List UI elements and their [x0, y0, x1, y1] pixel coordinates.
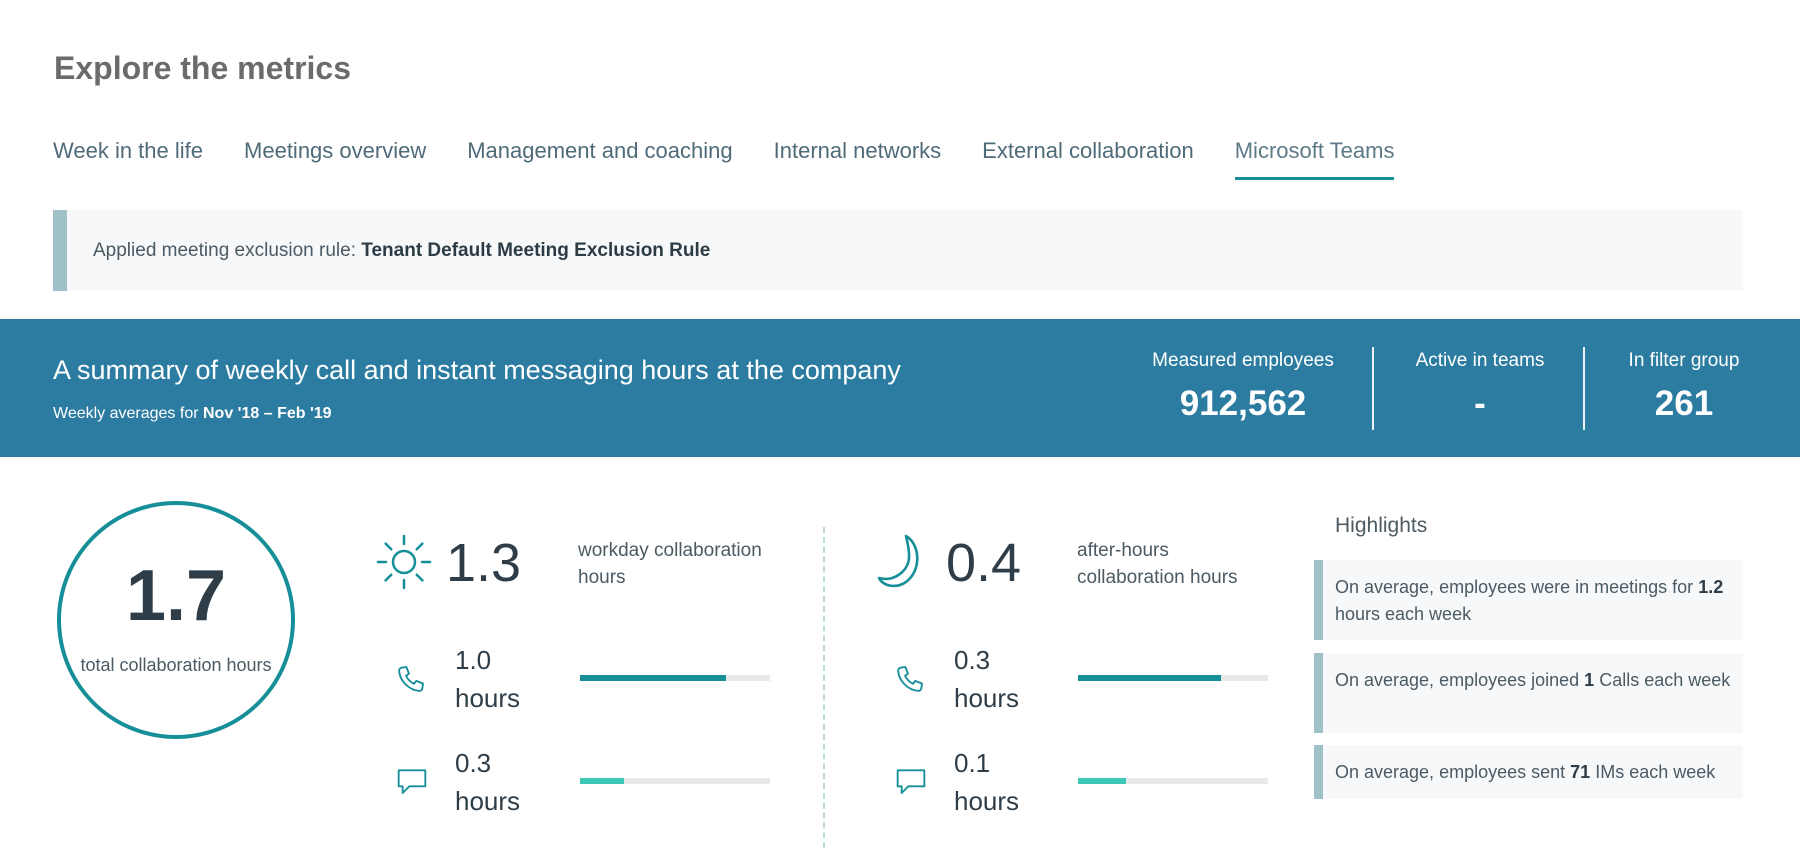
- total-collaboration-label: total collaboration hours: [80, 655, 272, 675]
- tab-microsoft-teams[interactable]: Microsoft Teams: [1234, 138, 1395, 180]
- workday-hours-value: 1.3: [446, 533, 522, 593]
- summary-subtitle-prefix: Weekly averages for: [53, 405, 199, 422]
- metrics-tabs: Week in the life Meetings overview Manag…: [53, 138, 1435, 180]
- stat-divider: [1583, 347, 1585, 430]
- workday-calls-bar: [580, 675, 770, 681]
- workday-ims: 0.3 hours: [455, 744, 520, 820]
- highlights-title: Highlights: [1335, 514, 1428, 537]
- workday-label-line2: hours: [578, 567, 626, 588]
- highlight-card: On average, employees joined 1 Calls eac…: [1314, 653, 1743, 733]
- section-divider: [823, 527, 825, 848]
- workday-hours-label: workday collaboration hours: [578, 537, 762, 591]
- after-hours-calls-unit: hours: [954, 683, 1020, 713]
- stat-value: -: [1474, 384, 1486, 423]
- stat-label: Measured employees: [1152, 350, 1334, 371]
- moon-icon: [877, 534, 919, 588]
- tab-internal-networks[interactable]: Internal networks: [774, 138, 942, 180]
- highlight-text: hours each week: [1335, 604, 1472, 624]
- after-hours-ims-bar: [1078, 778, 1268, 784]
- highlight-card: On average, employees sent 71 IMs each w…: [1314, 745, 1743, 799]
- highlight-value: 1: [1584, 670, 1595, 690]
- highlight-text: On average, employees were in meetings f…: [1335, 577, 1694, 597]
- tab-management-and-coaching[interactable]: Management and coaching: [467, 138, 732, 180]
- summary-title: A summary of weekly call and instant mes…: [53, 355, 901, 385]
- total-collaboration-value: 1.7: [125, 556, 227, 636]
- stat-active-in-teams: Active in teams -: [1380, 350, 1580, 424]
- tab-meetings-overview[interactable]: Meetings overview: [244, 138, 426, 180]
- stat-divider: [1372, 347, 1374, 430]
- phone-icon: [897, 666, 923, 692]
- summary-date-range: Nov '18 – Feb '19: [203, 405, 332, 422]
- highlight-value: 1.2: [1698, 577, 1724, 597]
- exclusion-rule-prefix: Applied meeting exclusion rule:: [93, 240, 356, 261]
- total-collaboration-circle: 1.7 total collaboration hours: [57, 501, 295, 739]
- after-hours-calls-value: 0.3: [954, 645, 991, 675]
- exclusion-rule-text: Applied meeting exclusion rule: Tenant D…: [93, 240, 710, 262]
- stat-value: 912,562: [1179, 384, 1307, 423]
- exclusion-rule-banner: Applied meeting exclusion rule: Tenant D…: [53, 210, 1743, 291]
- stat-label: Active in teams: [1415, 350, 1545, 371]
- after-hours-label-line2: collaboration hours: [1077, 567, 1238, 588]
- highlight-text: On average, employees joined: [1335, 670, 1580, 690]
- workday-calls: 1.0 hours: [455, 641, 520, 717]
- after-hours-ims-value: 0.1: [954, 748, 991, 778]
- exclusion-rule-name: Tenant Default Meeting Exclusion Rule: [361, 240, 711, 261]
- stat-value: 261: [1654, 384, 1714, 423]
- after-hours-value: 0.4: [946, 533, 1022, 593]
- after-hours-label-line1: after-hours: [1077, 540, 1169, 561]
- page-title: Explore the metrics: [54, 50, 351, 86]
- summary-subtitle: Weekly averages for Nov '18 – Feb '19: [53, 405, 332, 423]
- stat-label: In filter group: [1628, 350, 1740, 371]
- after-hours-label: after-hours collaboration hours: [1077, 537, 1238, 591]
- chat-icon: [397, 769, 427, 794]
- highlight-value: 71: [1570, 762, 1591, 782]
- highlight-text: IMs each week: [1595, 762, 1716, 782]
- after-hours-ims: 0.1 hours: [954, 744, 1019, 820]
- after-hours-ims-unit: hours: [954, 786, 1020, 816]
- workday-ims-unit: hours: [455, 786, 521, 816]
- after-hours-calls: 0.3 hours: [954, 641, 1019, 717]
- workday-calls-bar-fill: [580, 675, 727, 681]
- workday-ims-bar: [580, 778, 770, 784]
- workday-label-line1: workday collaboration: [578, 540, 762, 561]
- stat-measured-employees: Measured employees 912,562: [1143, 350, 1343, 424]
- tab-external-collaboration[interactable]: External collaboration: [982, 138, 1194, 180]
- chat-icon: [896, 769, 926, 794]
- after-hours-calls-bar: [1078, 675, 1268, 681]
- workday-ims-bar-fill: [580, 778, 624, 784]
- workday-ims-value: 0.3: [455, 748, 492, 778]
- highlight-text: Calls each week: [1599, 670, 1731, 690]
- stat-in-filter-group: In filter group 261: [1594, 350, 1774, 424]
- workday-calls-value: 1.0: [455, 645, 492, 675]
- tab-week-in-the-life[interactable]: Week in the life: [53, 138, 203, 180]
- phone-icon: [398, 666, 424, 692]
- after-hours-calls-bar-fill: [1078, 675, 1221, 681]
- workday-calls-unit: hours: [455, 683, 521, 713]
- highlight-card: On average, employees were in meetings f…: [1314, 560, 1743, 640]
- summary-banner: A summary of weekly call and instant mes…: [0, 319, 1800, 457]
- highlight-text: On average, employees sent: [1335, 762, 1566, 782]
- after-hours-ims-bar-fill: [1078, 778, 1126, 784]
- sun-icon: [376, 534, 432, 590]
